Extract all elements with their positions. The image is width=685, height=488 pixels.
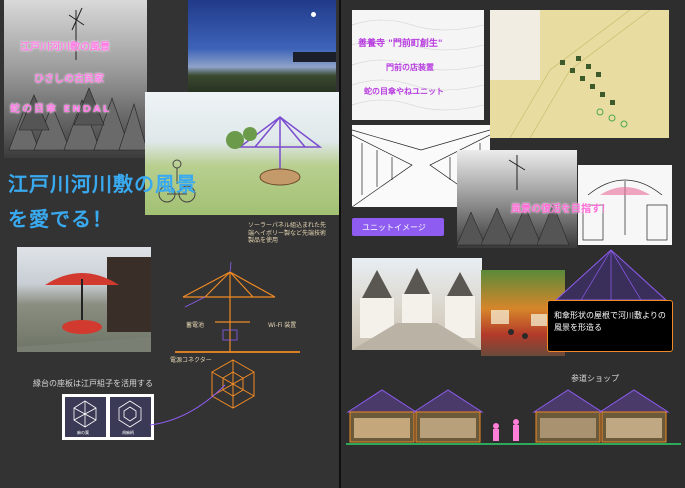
collage-caption-2: ひさしの古民家	[34, 74, 104, 85]
site-map	[490, 10, 669, 138]
vision-line-2: 門前の店装置	[386, 63, 434, 72]
headline-line-2: を愛でる！	[8, 207, 113, 231]
vision-line-3: 蛇の目傘やねユニット	[364, 87, 444, 96]
pattern-asanoha: 麻の葉	[65, 397, 106, 437]
shop-row-elevation	[346, 389, 681, 445]
roof-caption-box: 和傘形状の屋根で河川敷よりの風景を形造る	[547, 300, 673, 352]
vintage-collage-photo: 江戸川河川敷の風景 ひさしの古民家 蛇の目傘 ENDAL	[4, 0, 147, 158]
collage-caption-1: 江戸川河川敷の風景	[20, 42, 110, 53]
red-parasol-sketch	[17, 257, 151, 352]
bench-caption: 縁台の座板は江戸組子を活用する	[33, 379, 153, 388]
kumiko-pattern-frame: 麻の葉 胡麻柄	[62, 394, 154, 440]
bridge	[293, 52, 336, 62]
map-layout	[490, 10, 651, 138]
shop-unit-4	[598, 389, 670, 443]
unit-image-label: ユニットイメージ	[362, 223, 426, 232]
pattern-label-1: 麻の葉	[77, 430, 89, 435]
headline-line-1: 江戸川河川敷の風景	[8, 172, 197, 196]
unit-image-button[interactable]: ユニットイメージ	[352, 218, 444, 236]
shop-unit-3	[532, 389, 604, 443]
pattern-gomagara: 胡麻柄	[110, 397, 151, 437]
trulli-street-photo	[352, 258, 482, 350]
moon	[311, 12, 316, 17]
asanoha-icon	[73, 400, 97, 428]
umbrella-rows	[457, 155, 570, 246]
garden-umbrella-photo	[17, 247, 151, 352]
connector-curve	[150, 384, 226, 426]
gomagara-icon	[118, 400, 142, 428]
poster-page: 江戸川河川敷の風景 ひさしの古民家 蛇の目傘 ENDAL 江戸川河川敷の風景 を…	[0, 0, 685, 488]
right-panel: 善養寺 "門前町創生" 門前の店装置 蛇の目傘やねユニット 風景の復活を目指す！…	[341, 0, 685, 488]
pedestrians	[493, 419, 519, 441]
collage-caption-3: 蛇の目傘 ENDAL	[10, 104, 112, 115]
note-battery: 蓄電池	[186, 322, 205, 329]
shop-unit-1	[346, 389, 418, 443]
note-solar-panel: ソーラーパネル組込まれた先端へイボリー製など先端技術製品を使用	[248, 222, 327, 244]
pattern-label-2: 胡麻柄	[122, 430, 134, 435]
left-panel: 江戸川河川敷の風景 ひさしの古民家 蛇の目傘 ENDAL 江戸川河川敷の風景 を…	[0, 0, 339, 488]
note-connector: 電源コネクター	[170, 357, 212, 364]
roof-caption: 和傘形状の屋根で河川敷よりの風景を形造る	[554, 311, 666, 333]
note-wifi: Wi-Fi 装置	[268, 322, 297, 329]
roof-shape-diagram	[554, 249, 668, 301]
revival-caption: 風景の復活を目指す！	[511, 204, 611, 215]
vintage-umbrella-photo	[457, 150, 577, 248]
vision-line-1: 善養寺 "門前町創生"	[358, 39, 443, 49]
trulli-buildings	[352, 268, 482, 350]
shop-unit-2	[412, 389, 484, 443]
concept-card: 善養寺 "門前町創生" 門前の店装置 蛇の目傘やねユニット	[352, 10, 484, 120]
